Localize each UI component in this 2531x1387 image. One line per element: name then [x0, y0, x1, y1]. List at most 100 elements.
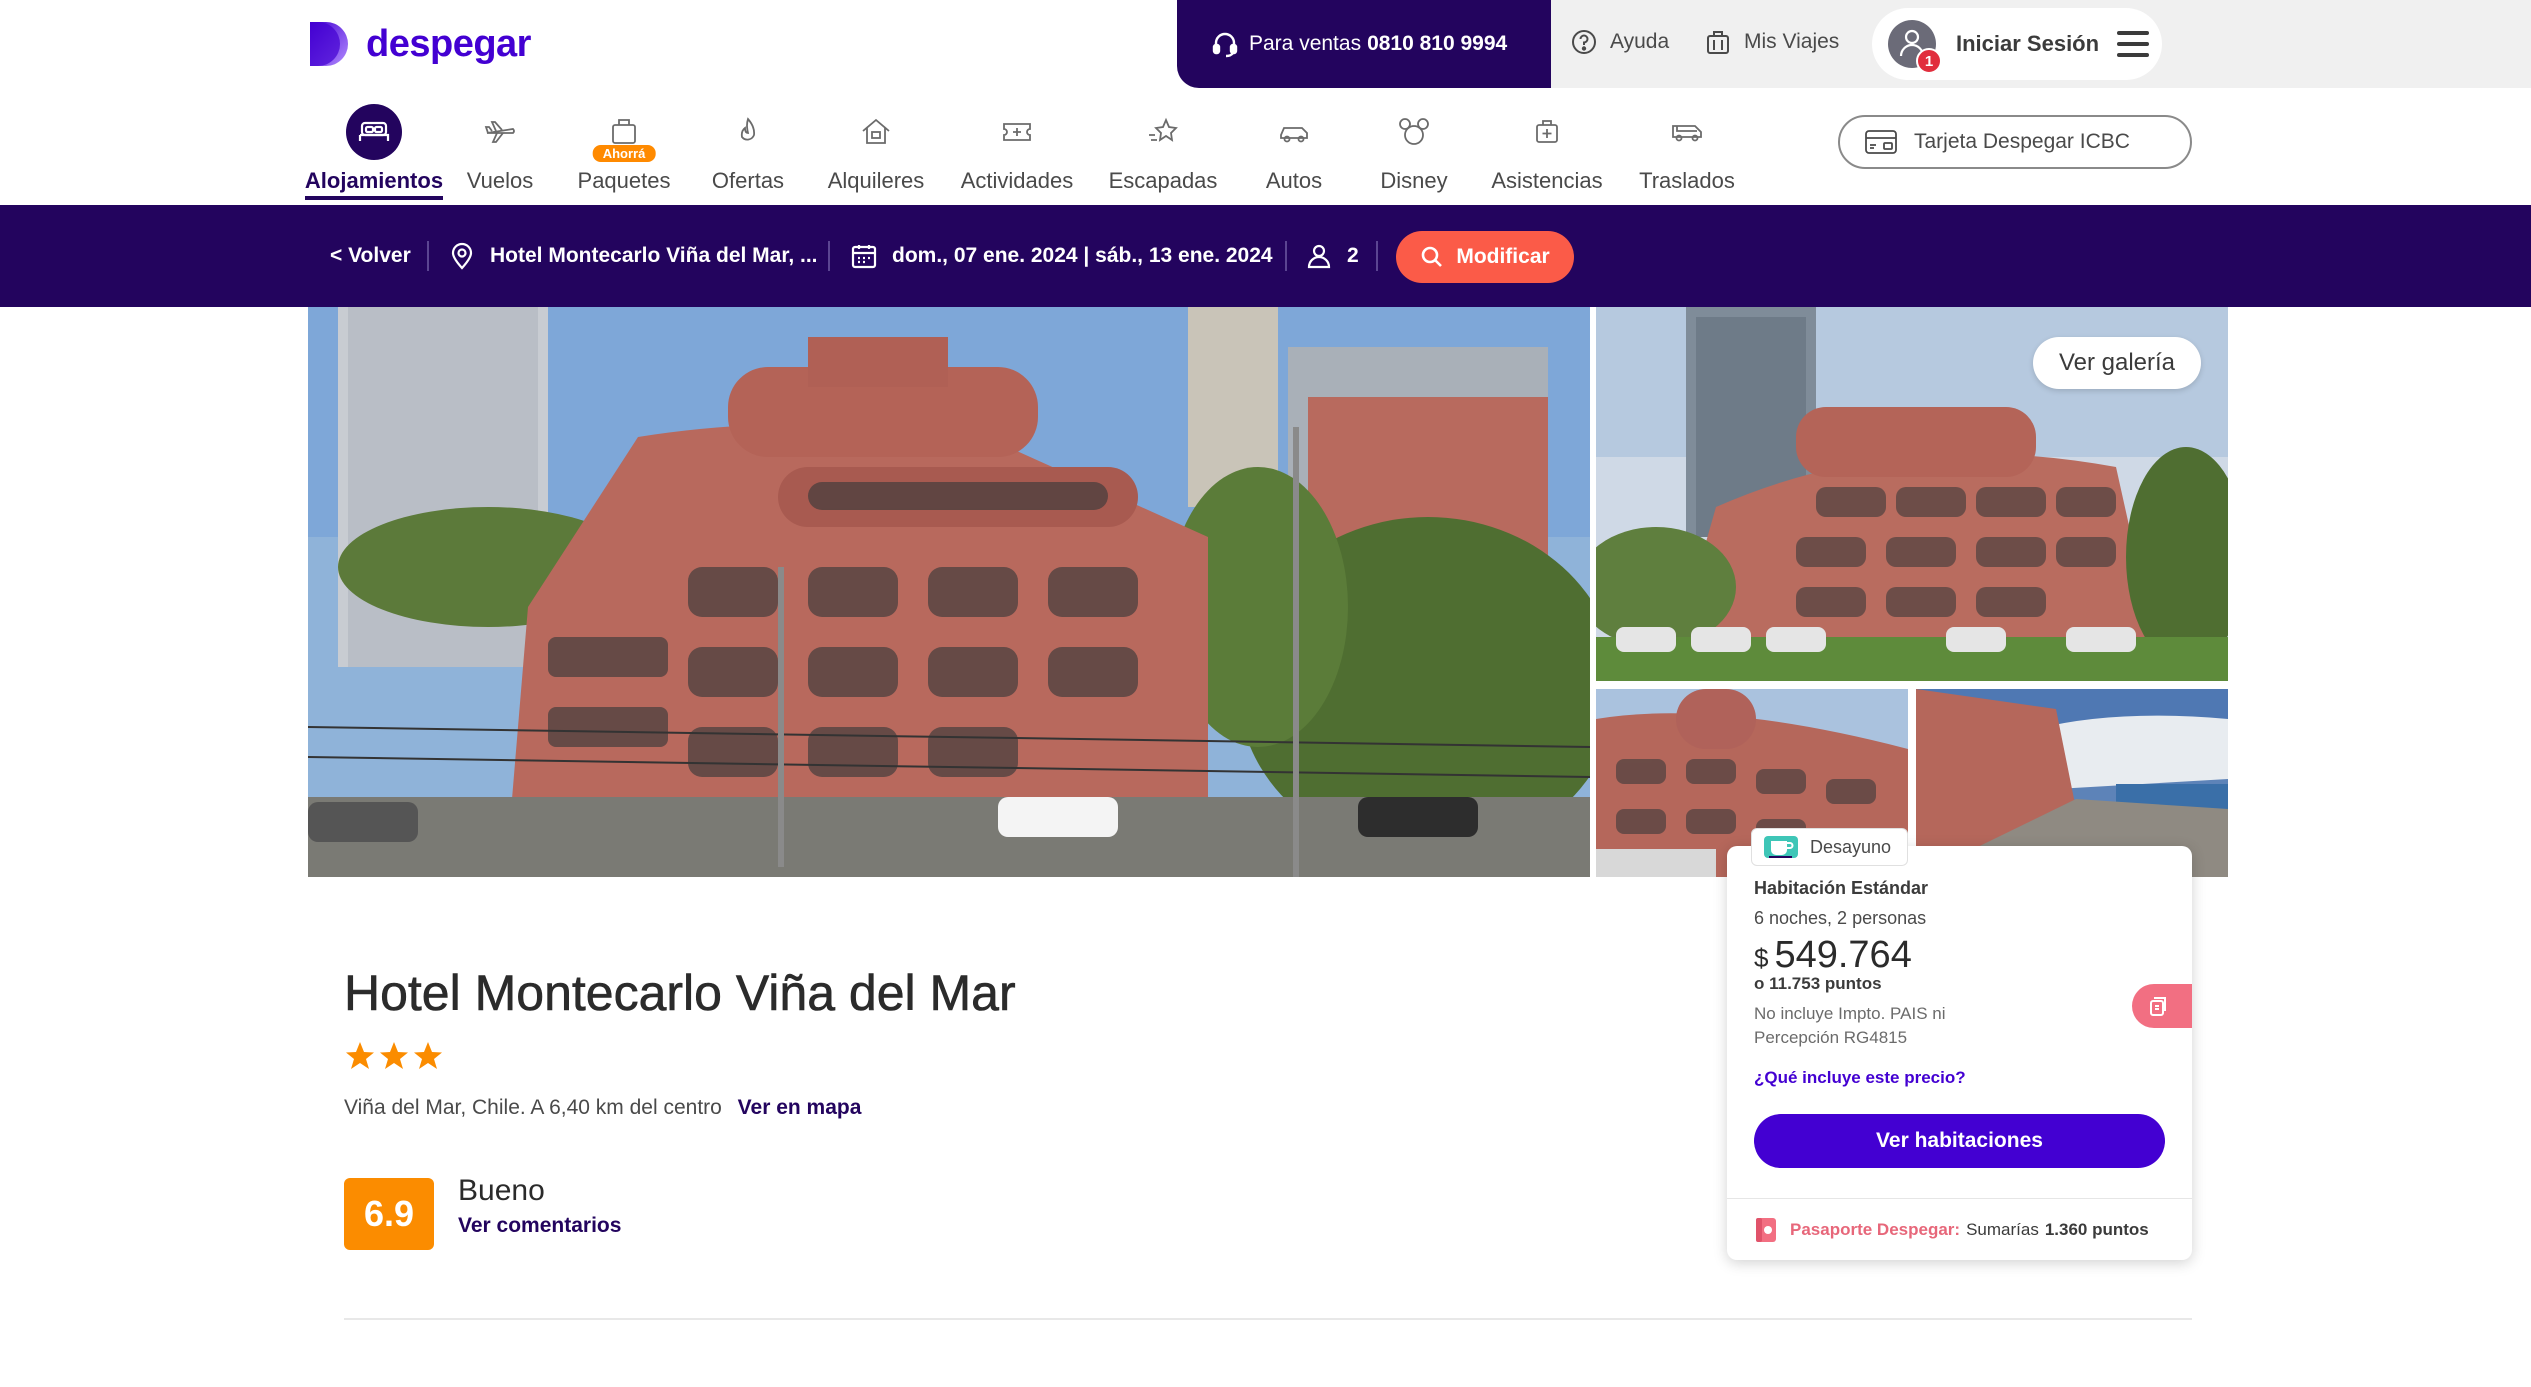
price-amount: 549.764	[1774, 934, 1912, 976]
nav-icon-wrap	[472, 104, 528, 160]
view-map-link[interactable]: Ver en mapa	[738, 1096, 862, 1119]
nav-label: Asistencias	[1491, 168, 1603, 193]
help-link[interactable]: Ayuda	[1570, 28, 1669, 56]
coffee-cup-icon	[1764, 836, 1798, 858]
login-button[interactable]: 1 Iniciar Sesión	[1872, 8, 2162, 80]
nav-item-disney[interactable]: Disney	[1344, 104, 1484, 194]
divider	[1376, 241, 1378, 271]
nav-label: Disney	[1380, 168, 1448, 193]
help-icon	[1572, 30, 1596, 54]
star-icon	[346, 1042, 374, 1069]
nav-item-autos[interactable]: Autos	[1224, 104, 1364, 194]
hotel-title: Hotel Montecarlo Viña del Mar	[344, 965, 1016, 1022]
notification-badge: 1	[1916, 48, 1942, 74]
guests-value: 2	[1347, 244, 1359, 267]
nav-icon-wrap	[989, 104, 1045, 160]
icbc-card-button[interactable]: Tarjeta Despegar ICBC	[1838, 115, 2192, 169]
passport-text: Sumarías	[1966, 1220, 2039, 1239]
modify-search-button[interactable]: Modificar	[1396, 231, 1574, 283]
view-gallery-button[interactable]: Ver galería	[2033, 337, 2201, 389]
login-label: Iniciar Sesión	[1956, 31, 2100, 56]
sales-phone-banner[interactable]: Para ventas 0810 810 9994	[1177, 0, 1551, 88]
my-trips-label: Mis Viajes	[1744, 30, 1840, 53]
dates-value: dom., 07 ene. 2024 | sáb., 13 ene. 2024	[892, 244, 1273, 267]
copy-icon	[2150, 997, 2166, 1016]
breakfast-tag: Desayuno	[1751, 828, 1909, 866]
savings-badge: Ahorrá	[592, 145, 656, 162]
main-hotel-photo[interactable]	[308, 307, 1590, 877]
nav-label: Vuelos	[466, 168, 534, 193]
nav-item-paquetes[interactable]: Ahorrá Paquetes	[554, 104, 694, 194]
room-name: Habitación Estándar	[1754, 878, 1929, 898]
top-header: despegar Para ventas 0810 810 9994 Ayuda…	[0, 0, 2531, 88]
passport-brand: Pasaporte Despegar:	[1790, 1220, 1961, 1239]
rating-score: 6.9	[344, 1178, 434, 1250]
person-icon	[1307, 244, 1331, 269]
nav-label: Ofertas	[711, 168, 785, 193]
divider	[1285, 241, 1287, 271]
secondary-hotel-photo[interactable]: Ver galería	[1596, 307, 2228, 681]
star-trail-icon	[1149, 117, 1178, 142]
divider	[427, 241, 429, 271]
calendar-icon	[851, 245, 877, 269]
nav-item-escapadas[interactable]: Escapadas	[1093, 104, 1233, 194]
hotel-location: Viña del Mar, Chile. A 6,40 km del centr…	[344, 1096, 861, 1120]
nav-icon-wrap	[1266, 104, 1322, 160]
star-rating	[344, 1040, 446, 1072]
nav-icon-wrap: Ahorrá	[592, 104, 656, 162]
price-card: Desayuno Habitación Estándar 6 noches, 2…	[1727, 828, 2192, 1260]
nav-icon-wrap	[1135, 104, 1191, 160]
nav-item-traslados[interactable]: Traslados	[1617, 104, 1757, 194]
nav-item-ofertas[interactable]: Ofertas	[678, 104, 818, 194]
modify-label: Modificar	[1456, 245, 1550, 268]
flame-icon	[740, 117, 756, 141]
view-gallery-label: Ver galería	[2058, 349, 2176, 376]
nav-item-alojamientos[interactable]: Alojamientos	[304, 104, 444, 200]
price-includes-link[interactable]: ¿Qué incluye este precio?	[1754, 1068, 1966, 1088]
price-value: $ 549.764	[1754, 934, 1912, 977]
view-rooms-button[interactable]: Ver habitaciones	[1754, 1114, 2165, 1168]
photo-gallery: Ver galería	[308, 307, 2228, 877]
hamburger-menu-icon[interactable]	[2117, 31, 2150, 57]
nav-label: Autos	[1265, 168, 1323, 193]
destination-field[interactable]: Hotel Montecarlo Viña del Mar, ...	[448, 205, 818, 307]
sales-prefix: Para ventas	[1249, 32, 1362, 55]
mickey-icon	[1399, 118, 1429, 145]
dates-field[interactable]: dom., 07 ene. 2024 | sáb., 13 ene. 2024	[850, 205, 1273, 307]
divider	[828, 241, 830, 271]
card-divider	[1727, 1198, 2192, 1199]
car-icon	[1280, 127, 1308, 143]
view-reviews-link[interactable]: Ver comentarios	[458, 1214, 621, 1238]
logo-text: despegar	[366, 22, 531, 65]
ticket-icon	[1003, 123, 1031, 141]
breakfast-label: Desayuno	[1810, 836, 1892, 857]
location-pin-icon	[451, 242, 473, 270]
sales-phone-number: 0810 810 9994	[1367, 32, 1508, 55]
nav-item-vuelos[interactable]: Vuelos	[430, 104, 570, 194]
nav-icon-wrap	[1659, 104, 1715, 160]
star-icon	[380, 1042, 408, 1069]
credit-card-icon	[1865, 130, 1897, 154]
hotel-facade-image	[308, 307, 1590, 877]
my-trips-link[interactable]: Mis Viajes	[1704, 28, 1839, 56]
tax-note: No incluye Impto. PAIS ni Percepción RG4…	[1754, 1004, 1946, 1047]
price-in-points: o 11.753 puntos	[1754, 974, 1882, 993]
passport-rewards: Pasaporte Despegar: Sumarías 1.360 punto…	[1754, 1216, 2149, 1244]
nav-label: Paquetes	[577, 168, 671, 193]
nav-label: Alojamientos	[304, 168, 444, 200]
plane-icon	[484, 121, 515, 143]
nav-icon-wrap	[1386, 104, 1442, 160]
headset-icon	[1212, 32, 1238, 58]
nav-item-alquileres[interactable]: Alquileres	[806, 104, 946, 194]
guests-field[interactable]: 2	[1305, 205, 1359, 307]
bus-icon	[1672, 125, 1702, 142]
nav-item-asistencias[interactable]: Asistencias	[1477, 104, 1617, 194]
despegar-logo[interactable]: despegar	[308, 19, 531, 69]
nav-icon-wrap	[720, 104, 776, 160]
search-icon	[1422, 246, 1443, 267]
back-link[interactable]: < Volver	[330, 205, 411, 307]
nav-item-actividades[interactable]: Actividades	[947, 104, 1087, 194]
nav-label: Traslados	[1639, 168, 1735, 193]
location-text: Viña del Mar, Chile. A 6,40 km del centr…	[344, 1096, 722, 1119]
share-tab[interactable]	[2132, 984, 2192, 1028]
